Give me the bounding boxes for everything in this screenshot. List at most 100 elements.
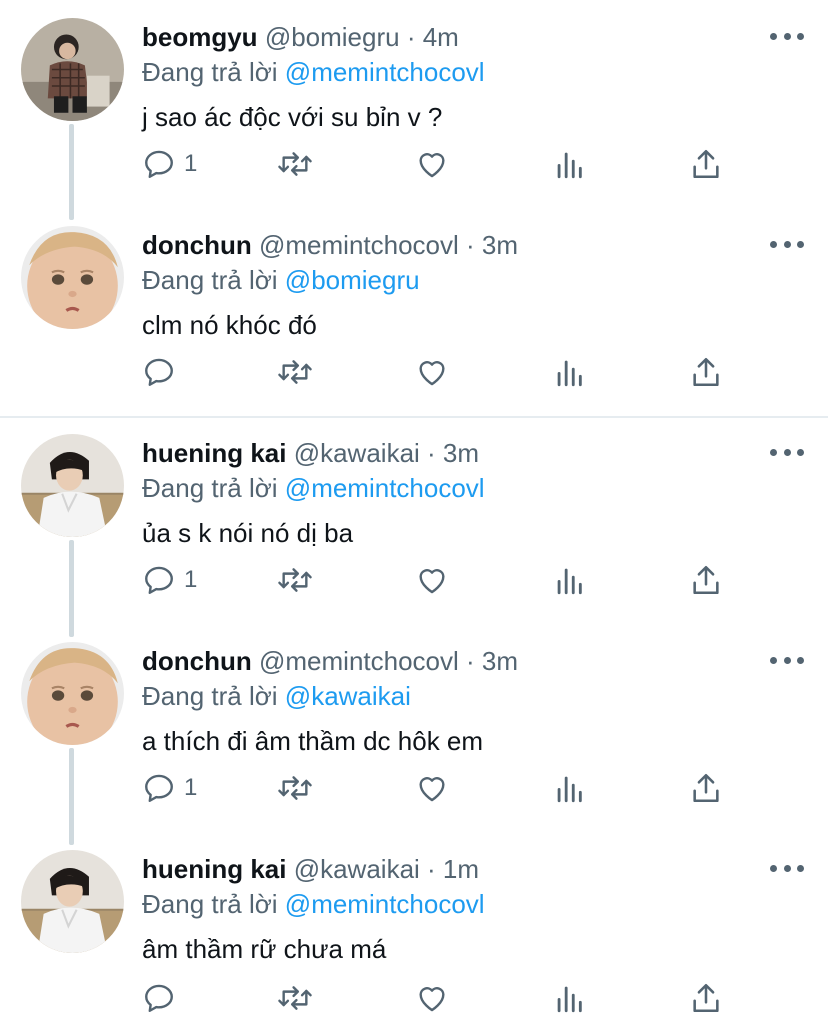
tweet[interactable]: donchun @memintchocovl · 3m Đang trả lời… (0, 208, 828, 416)
avatar[interactable] (21, 18, 124, 121)
author-handle[interactable]: @bomiegru (265, 22, 400, 52)
heart-icon (419, 361, 445, 386)
replying-to-label: Đang trả lời (142, 889, 278, 919)
reply-icon (145, 774, 173, 802)
retweet-icon (278, 152, 312, 176)
retweet-button[interactable] (276, 978, 314, 1018)
author-handle[interactable]: @kawaikai (294, 854, 420, 884)
stats-icon (557, 568, 582, 595)
tweet[interactable]: donchun @memintchocovl · 3m Đang trả lời… (0, 624, 828, 832)
tweet-time[interactable]: · 4m (407, 22, 459, 52)
heart-icon (419, 153, 445, 178)
mention-link[interactable]: @bomiegru (285, 265, 420, 295)
share-icon (693, 357, 719, 387)
tweet-actions (0, 978, 828, 1018)
tweet[interactable]: beomgyu @bomiegru · 4m Đang trả lời @mem… (0, 0, 828, 208)
reply-button[interactable] (142, 978, 184, 1018)
more-icon-dot (797, 864, 804, 872)
stats-button[interactable] (554, 768, 584, 808)
reply-count: 1 (184, 566, 198, 593)
stats-button[interactable] (554, 352, 584, 392)
avatar[interactable] (21, 850, 124, 953)
more-icon-dot (783, 448, 791, 456)
reply-icon (145, 358, 173, 386)
reply-button[interactable]: 1 (142, 144, 197, 184)
tweet-thread: beomgyu @bomiegru · 4m Đang trả lời @mem… (0, 0, 828, 1036)
more-button[interactable] (770, 232, 804, 256)
like-button[interactable] (414, 978, 450, 1018)
tweet-time[interactable]: · 3m (466, 230, 518, 260)
more-icon-dot (783, 240, 791, 248)
stats-icon (557, 360, 582, 387)
share-button[interactable] (690, 560, 722, 600)
retweet-button[interactable] (276, 352, 314, 392)
stats-button[interactable] (554, 144, 584, 184)
more-icon-dot (783, 32, 791, 40)
share-icon (693, 773, 719, 803)
author-handle[interactable]: @memintchocovl (259, 230, 459, 260)
like-button[interactable] (414, 560, 450, 600)
tweet-time[interactable]: · 3m (466, 646, 518, 676)
mention-link[interactable]: @memintchocovl (285, 889, 485, 919)
share-icon (693, 565, 719, 595)
reply-button[interactable]: 1 (142, 768, 197, 808)
author-name[interactable]: beomgyu (142, 22, 258, 52)
tweet-actions: 1 (0, 560, 828, 600)
heart-icon (419, 569, 445, 594)
retweet-button[interactable] (276, 768, 314, 808)
tweet[interactable]: huening kai @kawaikai · 1m Đang trả lời … (0, 832, 828, 1036)
share-button[interactable] (690, 978, 722, 1018)
share-button[interactable] (690, 144, 722, 184)
replying-to-label: Đang trả lời (142, 57, 278, 87)
share-button[interactable] (690, 352, 722, 392)
tweet-header: huening kai @kawaikai · 1m (142, 852, 479, 886)
retweet-icon (278, 568, 312, 592)
retweet-button[interactable] (276, 560, 314, 600)
author-name[interactable]: huening kai (142, 854, 286, 884)
stats-icon (557, 152, 582, 179)
author-name[interactable]: donchun (142, 646, 252, 676)
tweet-header: beomgyu @bomiegru · 4m (142, 20, 459, 54)
share-button[interactable] (690, 768, 722, 808)
replying-to-label: Đang trả lời (142, 681, 278, 711)
more-button[interactable] (770, 856, 804, 880)
tweet-text: âm thầm rữ chưa má (142, 934, 387, 964)
more-icon-dot (797, 240, 804, 248)
reply-button[interactable] (142, 352, 184, 392)
stats-button[interactable] (554, 978, 584, 1018)
tweet-text: a thích đi âm thầm dc hôk em (142, 726, 484, 756)
mention-link[interactable]: @kawaikai (285, 681, 411, 711)
like-button[interactable] (414, 144, 450, 184)
tweet-time[interactable]: · 3m (427, 438, 479, 468)
avatar[interactable] (21, 642, 124, 745)
more-icon (770, 240, 777, 248)
mention-link[interactable]: @memintchocovl (285, 473, 485, 503)
avatar-photo-hueningkai (21, 850, 124, 953)
like-button[interactable] (414, 352, 450, 392)
like-button[interactable] (414, 768, 450, 808)
tweet-text: j sao ác độc với su bỉn v ? (142, 102, 443, 132)
more-icon (770, 864, 777, 872)
author-handle[interactable]: @kawaikai (294, 438, 420, 468)
reply-button[interactable]: 1 (142, 560, 197, 600)
tweet[interactable]: huening kai @kawaikai · 3m Đang trả lời … (0, 416, 828, 624)
more-button[interactable] (770, 648, 804, 672)
avatar[interactable] (21, 226, 124, 329)
more-button[interactable] (770, 24, 804, 48)
replying-to-label: Đang trả lời (142, 265, 278, 295)
author-name[interactable]: donchun (142, 230, 252, 260)
reply-count: 1 (184, 150, 198, 177)
author-handle[interactable]: @memintchocovl (259, 646, 459, 676)
tweet-time[interactable]: · 1m (427, 854, 479, 884)
replying-to: Đang trả lời @memintchocovl (142, 887, 485, 921)
stats-button[interactable] (554, 560, 584, 600)
retweet-icon (278, 986, 312, 1010)
avatar[interactable] (21, 434, 124, 537)
author-name[interactable]: huening kai (142, 438, 286, 468)
share-icon (693, 983, 719, 1013)
tweet-header: donchun @memintchocovl · 3m (142, 644, 518, 678)
retweet-button[interactable] (276, 144, 314, 184)
more-button[interactable] (770, 440, 804, 464)
mention-link[interactable]: @memintchocovl (285, 57, 485, 87)
heart-icon (419, 777, 445, 802)
